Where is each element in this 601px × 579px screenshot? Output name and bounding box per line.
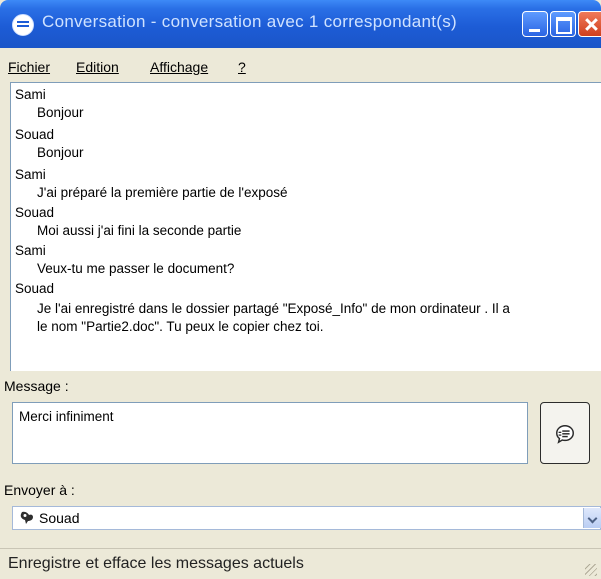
message-label: Message :	[4, 378, 69, 394]
send-to-label: Envoyer à :	[4, 482, 75, 498]
contact-icon	[20, 511, 33, 524]
menu-edition[interactable]: Edition	[76, 59, 119, 75]
sender-name: Souad	[15, 281, 55, 296]
sender-name: Sami	[15, 167, 46, 182]
menu-affichage[interactable]: Affichage	[150, 59, 208, 75]
recipient-select[interactable]: Souad	[12, 506, 601, 530]
send-message-icon	[556, 425, 574, 444]
maximize-button[interactable]	[550, 11, 576, 37]
message-text: le nom "Partie2.doc". Tu peux le copier …	[37, 319, 324, 334]
menu-help[interactable]: ?	[238, 59, 246, 75]
sender-name: Sami	[15, 87, 46, 102]
conversation-window: Conversation - conversation avec 1 corre…	[0, 0, 601, 579]
message-text: J'ai préparé la première partie de l'exp…	[37, 185, 288, 200]
sender-name: Souad	[15, 127, 55, 142]
message-text: Veux-tu me passer le document?	[37, 261, 235, 276]
menu-bar: Fichier Edition Affichage ?	[0, 56, 601, 78]
message-text: Moi aussi j'ai fini la seconde partie	[37, 223, 242, 238]
chat-bubble-icon	[12, 14, 34, 36]
message-text: Bonjour	[37, 105, 84, 120]
message-text: Bonjour	[37, 145, 84, 160]
status-text: Enregistre et efface les messages actuel…	[8, 555, 304, 572]
menu-fichier[interactable]: Fichier	[8, 59, 50, 75]
message-input[interactable]: Merci infiniment	[12, 402, 528, 464]
title-bar[interactable]: Conversation - conversation avec 1 corre…	[0, 0, 601, 48]
sender-name: Souad	[15, 205, 55, 220]
resize-grip-icon[interactable]	[585, 564, 597, 576]
close-button[interactable]	[578, 11, 601, 37]
message-text: Je l'ai enregistré dans le dossier parta…	[37, 301, 510, 316]
conversation-history[interactable]: Sami Bonjour Souad Bonjour Sami J'ai pré…	[10, 82, 601, 371]
window-title: Conversation - conversation avec 1 corre…	[42, 12, 457, 31]
send-button[interactable]	[540, 402, 590, 464]
sender-name: Sami	[15, 243, 46, 258]
minimize-button[interactable]	[522, 11, 548, 37]
chevron-down-icon[interactable]	[583, 508, 601, 528]
status-bar: Enregistre et efface les messages actuel…	[0, 548, 601, 579]
recipient-name: Souad	[39, 510, 80, 526]
